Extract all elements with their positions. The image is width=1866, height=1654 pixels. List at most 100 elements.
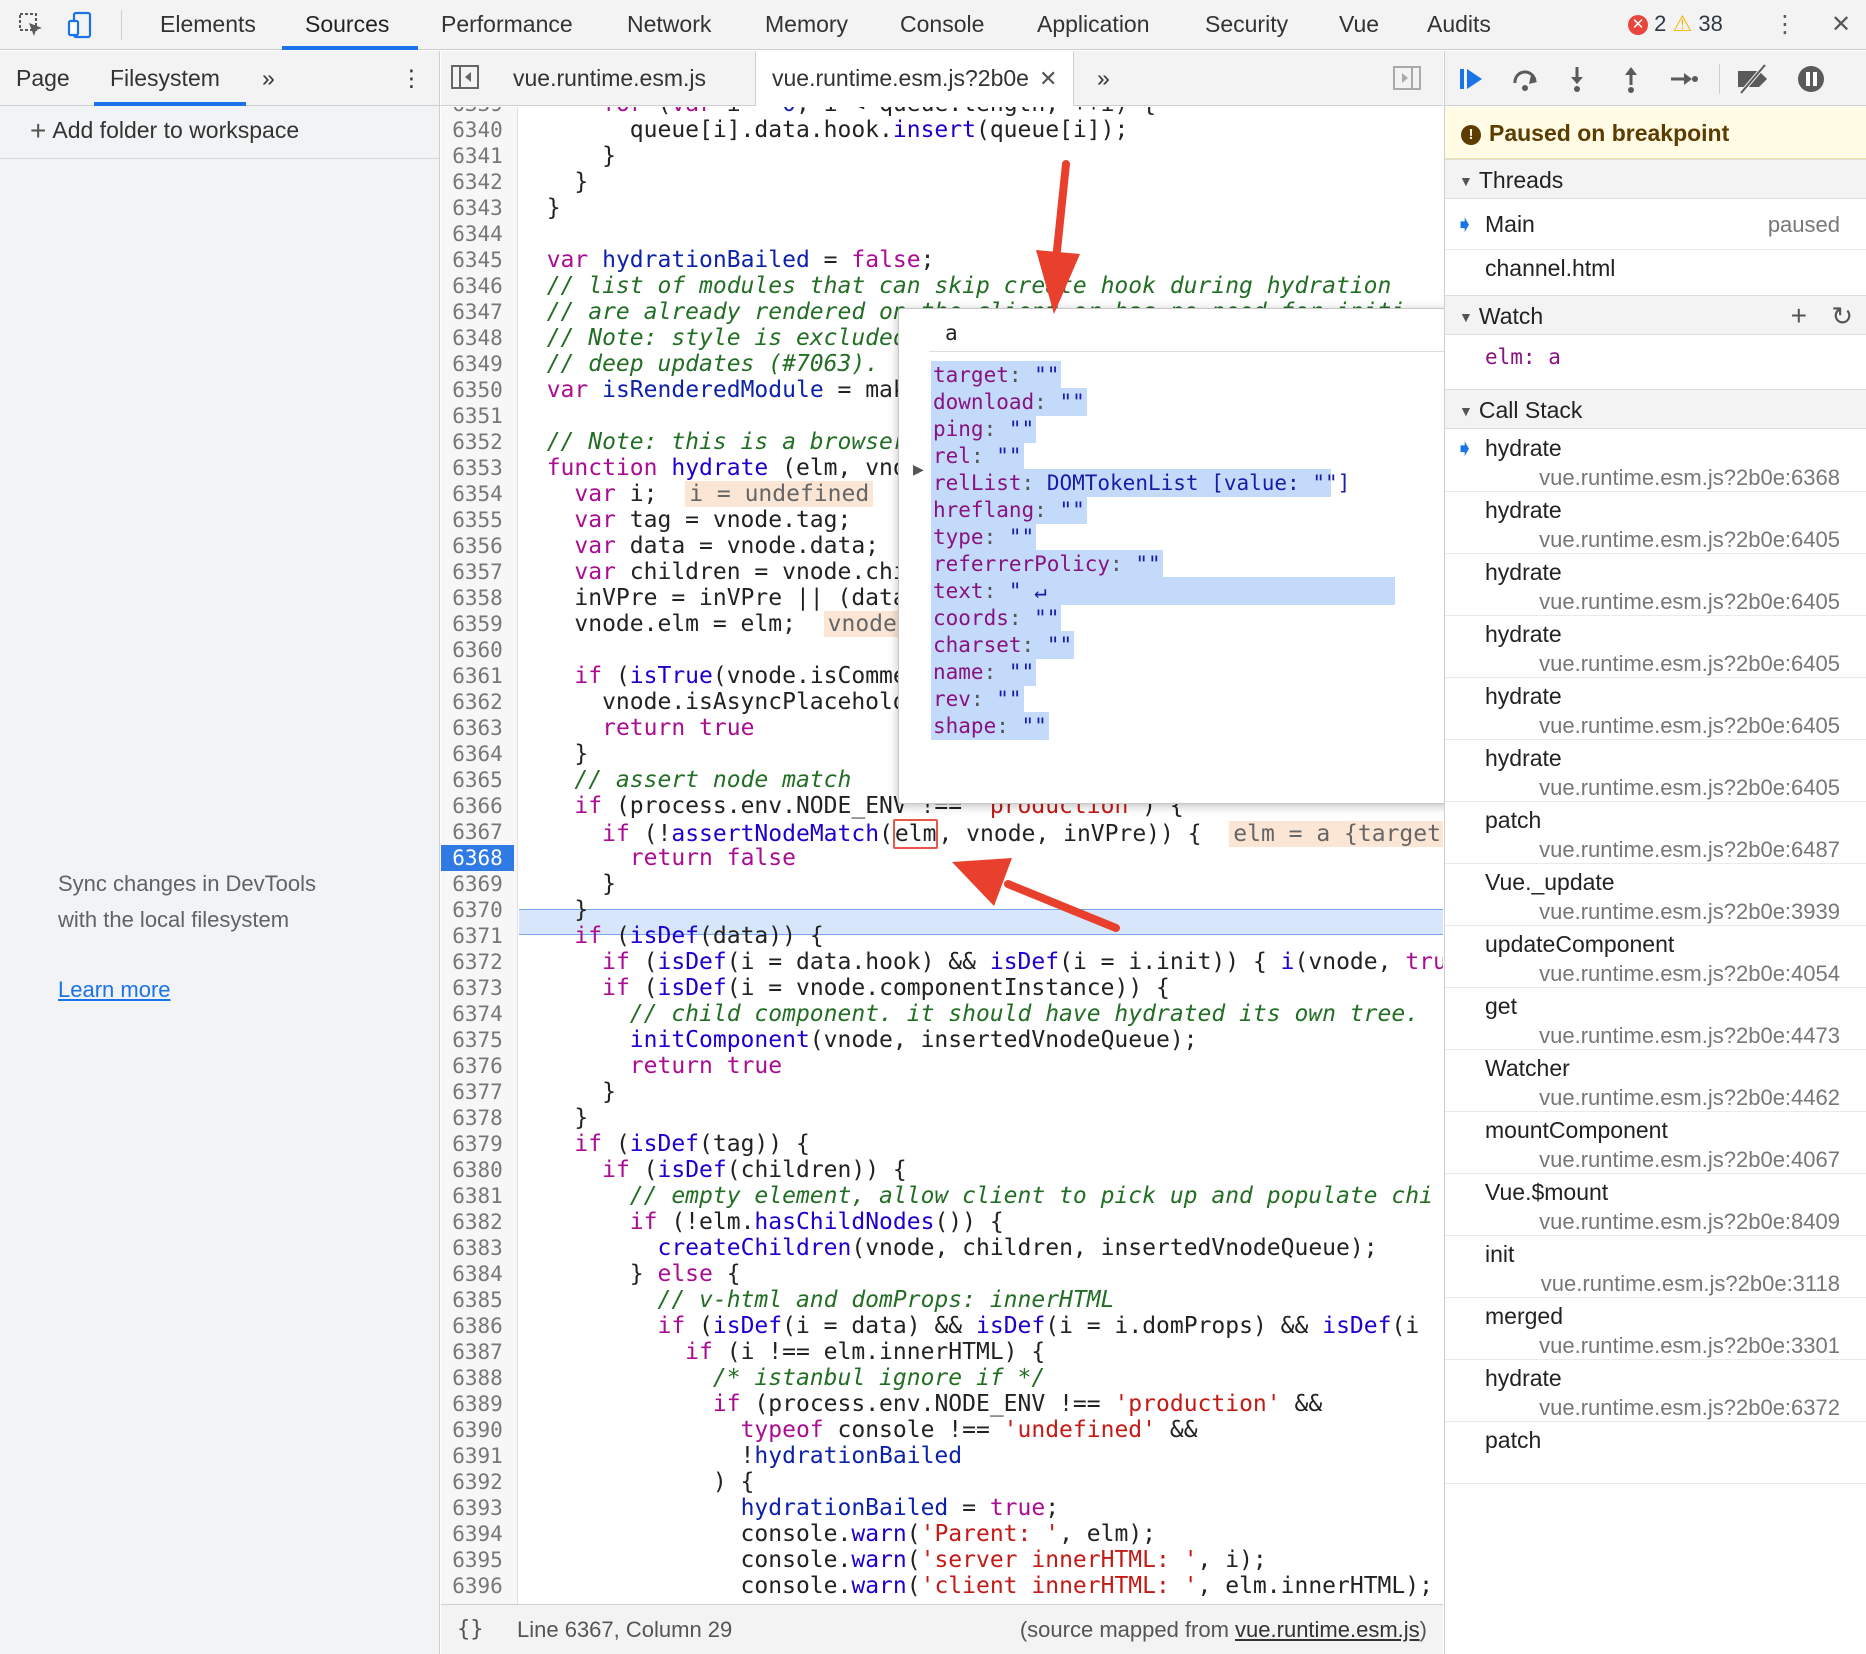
thread-channel[interactable]: channel.html xyxy=(1485,255,1615,282)
property-row[interactable]: relList: DOMTokenList [value: ""] xyxy=(931,469,1350,497)
line-number[interactable]: 6396 xyxy=(441,1573,514,1599)
close-icon[interactable]: ✕ xyxy=(1826,10,1856,40)
line-number[interactable]: 6375 xyxy=(441,1027,514,1053)
line-number[interactable]: 6389 xyxy=(441,1391,514,1417)
line-number[interactable]: 6366 xyxy=(441,793,514,819)
inspect-element-icon[interactable] xyxy=(16,10,46,40)
call-frame-function[interactable]: updateComponent xyxy=(1485,931,1674,958)
property-row[interactable]: coords: "" xyxy=(931,604,1062,632)
tab-vue[interactable]: Vue xyxy=(1339,0,1379,50)
line-number[interactable]: 6373 xyxy=(441,975,514,1001)
property-row[interactable]: target: "" xyxy=(931,361,1062,389)
call-frame-function[interactable]: hydrate xyxy=(1485,435,1562,462)
call-frame-function[interactable]: init xyxy=(1485,1241,1514,1268)
line-number[interactable]: 6347 xyxy=(441,299,514,325)
line-number[interactable]: 6360 xyxy=(441,637,514,663)
add-watch-icon[interactable]: + xyxy=(1791,296,1807,336)
tab-audits[interactable]: Audits xyxy=(1427,0,1491,50)
call-frame-location[interactable]: vue.runtime.esm.js?2b0e:6405 xyxy=(1539,527,1840,553)
call-frame-function[interactable]: Watcher xyxy=(1485,1055,1570,1082)
line-number[interactable]: 6378 xyxy=(441,1105,514,1131)
property-row[interactable]: shape: "" xyxy=(931,712,1049,740)
breakpoint-line-number[interactable]: 6368 xyxy=(441,845,514,871)
tab-filesystem[interactable]: Filesystem xyxy=(110,51,220,106)
call-frame-location[interactable]: vue.runtime.esm.js?2b0e:4462 xyxy=(1539,1085,1840,1111)
step-over-icon[interactable] xyxy=(1509,63,1541,95)
property-row[interactable]: rev: "" xyxy=(931,685,1024,713)
line-number[interactable]: 6393 xyxy=(441,1495,514,1521)
line-number[interactable]: 6351 xyxy=(441,403,514,429)
line-number[interactable]: 6350 xyxy=(441,377,514,403)
step-out-icon[interactable] xyxy=(1615,63,1647,95)
kebab-menu-icon[interactable]: ⋮ xyxy=(1770,10,1800,40)
line-number[interactable]: 6340 xyxy=(441,117,514,143)
line-number[interactable]: 6344 xyxy=(441,221,514,247)
call-frame-function[interactable]: hydrate xyxy=(1485,621,1562,648)
line-number[interactable]: 6379 xyxy=(441,1131,514,1157)
line-number[interactable]: 6394 xyxy=(441,1521,514,1547)
call-frame-function[interactable]: merged xyxy=(1485,1303,1563,1330)
call-frame-location[interactable]: vue.runtime.esm.js?2b0e:6405 xyxy=(1539,651,1840,677)
line-number[interactable]: 6369 xyxy=(441,871,514,897)
line-number[interactable]: 6356 xyxy=(441,533,514,559)
expand-triangle-icon[interactable]: ▶ xyxy=(913,461,924,478)
line-number[interactable]: 6364 xyxy=(441,741,514,767)
line-number[interactable]: 6376 xyxy=(441,1053,514,1079)
call-frame-location[interactable]: vue.runtime.esm.js?2b0e:6405 xyxy=(1539,713,1840,739)
property-row[interactable]: referrerPolicy: "" xyxy=(931,550,1163,578)
line-number[interactable]: 6391 xyxy=(441,1443,514,1469)
line-number[interactable]: 6358 xyxy=(441,585,514,611)
property-row[interactable]: name: "" xyxy=(931,658,1037,686)
call-frame-function[interactable]: hydrate xyxy=(1485,1365,1562,1392)
issues-counter[interactable]: ✕ 2 ⚠ 38 xyxy=(1628,0,1723,50)
tab-memory[interactable]: Memory xyxy=(765,0,848,50)
device-toggle-icon[interactable] xyxy=(66,10,96,40)
line-number[interactable]: 6341 xyxy=(441,143,514,169)
property-row[interactable]: text: " ↵ xyxy=(931,577,1395,605)
call-stack-section-header[interactable]: ▼ Call Stack xyxy=(1445,389,1866,429)
step-icon[interactable] xyxy=(1667,63,1699,95)
editor-more-tabs[interactable]: » xyxy=(1097,51,1110,106)
line-number[interactable]: 6385 xyxy=(441,1287,514,1313)
line-number[interactable]: 6349 xyxy=(441,351,514,377)
source-map-link[interactable]: vue.runtime.esm.js xyxy=(1235,1617,1420,1642)
call-frame-location[interactable]: vue.runtime.esm.js?2b0e:4473 xyxy=(1539,1023,1840,1049)
line-number[interactable]: 6384 xyxy=(441,1261,514,1287)
call-frame-function[interactable]: hydrate xyxy=(1485,497,1562,524)
line-number[interactable]: 6355 xyxy=(441,507,514,533)
line-number[interactable]: 6383 xyxy=(441,1235,514,1261)
property-row[interactable]: hreflang: "" xyxy=(931,496,1087,524)
line-number[interactable]: 6381 xyxy=(441,1183,514,1209)
call-frame-function[interactable]: hydrate xyxy=(1485,683,1562,710)
line-number[interactable]: 6346 xyxy=(441,273,514,299)
call-frame-function[interactable]: hydrate xyxy=(1485,559,1562,586)
pause-on-exceptions-icon[interactable] xyxy=(1795,63,1827,95)
line-number[interactable]: 6357 xyxy=(441,559,514,585)
deactivate-breakpoints-icon[interactable] xyxy=(1735,63,1767,95)
line-number-gutter[interactable]: 6339634063416342634363446345634663476348… xyxy=(441,107,518,1654)
line-number[interactable]: 6352 xyxy=(441,429,514,455)
property-row[interactable]: rel: "" xyxy=(931,442,1024,470)
call-frame-function[interactable]: Vue._update xyxy=(1485,869,1615,896)
line-number[interactable]: 6372 xyxy=(441,949,514,975)
line-number[interactable]: 6362 xyxy=(441,689,514,715)
property-row[interactable]: ping: "" xyxy=(931,415,1037,443)
line-number[interactable]: 6365 xyxy=(441,767,514,793)
line-number[interactable]: 6392 xyxy=(441,1469,514,1495)
learn-more-link[interactable]: Learn more xyxy=(58,977,171,1003)
tab-close-icon[interactable]: ✕ xyxy=(1039,66,1057,91)
call-frame-location[interactable]: vue.runtime.esm.js?2b0e:3301 xyxy=(1539,1333,1840,1359)
line-number[interactable]: 6374 xyxy=(441,1001,514,1027)
watch-section-header[interactable]: ▼ Watch + ↻ xyxy=(1445,295,1866,335)
line-number[interactable]: 6345 xyxy=(441,247,514,273)
line-number[interactable]: 6386 xyxy=(441,1313,514,1339)
call-frame-location[interactable]: vue.runtime.esm.js?2b0e:4067 xyxy=(1539,1147,1840,1173)
call-frame-location[interactable]: vue.runtime.esm.js?2b0e:6372 xyxy=(1539,1395,1840,1421)
file-tab-vue-runtime[interactable]: vue.runtime.esm.js xyxy=(513,51,706,106)
line-number[interactable]: 6363 xyxy=(441,715,514,741)
line-number[interactable]: 6339 xyxy=(441,107,514,117)
call-frame-location[interactable]: vue.runtime.esm.js?2b0e:6368 xyxy=(1539,465,1840,491)
threads-section-header[interactable]: ▼ Threads xyxy=(1445,159,1866,199)
navigator-more-tabs[interactable]: » xyxy=(262,51,275,106)
call-frame-function[interactable]: patch xyxy=(1485,1427,1541,1454)
